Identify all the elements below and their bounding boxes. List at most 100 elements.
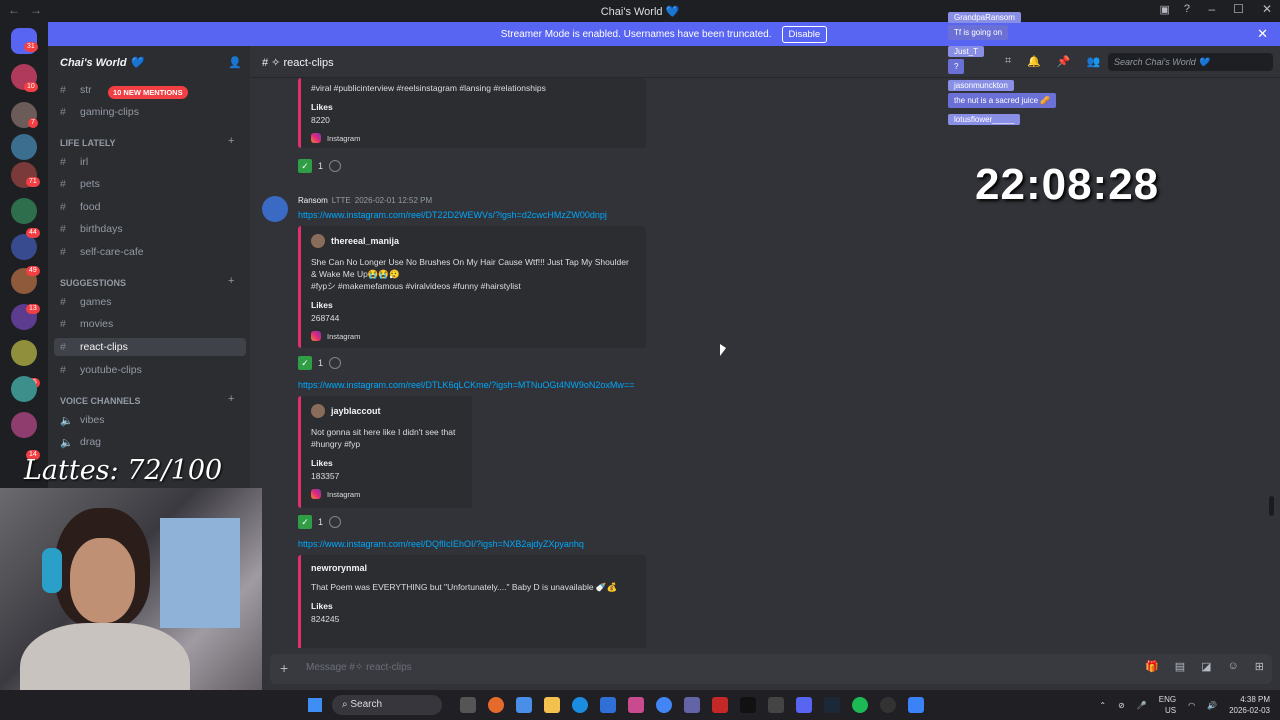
channel-item-birthdays[interactable]: # birthdays: [60, 223, 123, 235]
add-reaction-icon[interactable]: [329, 160, 342, 172]
channel-item-str[interactable]: # str: [60, 84, 92, 96]
taskbar-search-label: Search: [350, 699, 383, 710]
server-badge: 10: [24, 82, 38, 92]
teams-icon[interactable]: [684, 697, 700, 713]
server-icon[interactable]: [11, 134, 37, 160]
checkmark-reaction-icon[interactable]: ✓: [298, 515, 312, 529]
tiktok-icon[interactable]: [740, 697, 756, 713]
add-channel-icon[interactable]: +: [228, 135, 234, 147]
embed-author[interactable]: newrorynmal: [311, 563, 636, 573]
system-clock[interactable]: 4:38 PM 2026-02-03: [1229, 694, 1270, 716]
embed-footer: Instagram: [311, 133, 636, 143]
embed-author[interactable]: thereeal_manija: [311, 234, 636, 248]
network-icon[interactable]: ⊘: [1118, 701, 1125, 710]
message-input[interactable]: Message #✧ react-clips: [270, 654, 1272, 684]
message-link[interactable]: https://www.instagram.com/reel/DTLK6qLCK…: [298, 380, 634, 390]
help-icon[interactable]: ?: [1184, 3, 1190, 16]
add-member-icon[interactable]: 👤: [228, 56, 242, 69]
hash-icon: #: [60, 246, 66, 258]
channel-label: birthdays: [80, 223, 123, 235]
file-explorer-icon[interactable]: [544, 697, 560, 713]
gif-icon[interactable]: ▤: [1175, 660, 1185, 673]
checkmark-reaction-icon[interactable]: ✓: [298, 356, 312, 370]
emoji-icon[interactable]: ☺: [1228, 660, 1239, 673]
scrollbar[interactable]: [1269, 496, 1274, 516]
app-icon[interactable]: [628, 697, 644, 713]
channel-item-movies[interactable]: # movies: [60, 318, 113, 330]
app-icon[interactable]: [600, 697, 616, 713]
add-reaction-icon[interactable]: [329, 357, 342, 369]
mic-icon[interactable]: 🎤: [1137, 701, 1147, 710]
inbox-icon[interactable]: ▣: [1159, 3, 1169, 16]
add-channel-icon[interactable]: +: [228, 275, 234, 287]
gift-icon[interactable]: 🎁: [1145, 660, 1159, 673]
disable-button[interactable]: Disable: [781, 25, 828, 43]
spotify-icon[interactable]: [852, 697, 868, 713]
chat-message: Tf is going on: [948, 25, 1108, 46]
channel-item-react-clips[interactable]: # react-clips: [54, 338, 246, 356]
language-indicator[interactable]: ENG US: [1159, 694, 1176, 716]
lang-code: ENG: [1158, 695, 1177, 704]
voice-channel-drag[interactable]: 🔈 drag: [60, 436, 101, 449]
app-icon[interactable]: [768, 697, 784, 713]
add-channel-icon[interactable]: +: [228, 393, 234, 405]
chat-message: the nut is a sacred juice 🥜: [948, 93, 1108, 114]
obs-icon[interactable]: [880, 697, 896, 713]
forward-arrow-icon[interactable]: →: [30, 3, 42, 17]
channel-item-youtube-clips[interactable]: # youtube-clips: [60, 364, 142, 376]
nav-arrows: ← →: [8, 3, 42, 17]
server-icon[interactable]: [11, 198, 37, 224]
app-icon[interactable]: [488, 697, 504, 713]
message-author[interactable]: Ransom: [298, 196, 328, 205]
channel-item-pets[interactable]: # pets: [60, 178, 100, 190]
channel-item-food[interactable]: # food: [60, 201, 100, 213]
server-icon[interactable]: [11, 376, 37, 402]
volume-icon[interactable]: 🔊: [1207, 701, 1217, 710]
channel-item-irl[interactable]: # irl: [60, 156, 88, 168]
back-arrow-icon[interactable]: ←: [8, 3, 20, 17]
add-reaction-icon[interactable]: [329, 516, 342, 528]
server-icon[interactable]: [11, 340, 37, 366]
taskbar-search[interactable]: ⌕ Search: [332, 695, 442, 715]
app-icon[interactable]: [516, 697, 532, 713]
app-icon[interactable]: [712, 697, 728, 713]
message-link[interactable]: https://www.instagram.com/reel/DT22D2WEW…: [298, 210, 607, 220]
server-icon[interactable]: [11, 412, 37, 438]
notepad-icon[interactable]: [908, 697, 924, 713]
voice-channel-vibes[interactable]: 🔈 vibes: [60, 414, 105, 427]
task-view-icon[interactable]: [460, 697, 476, 713]
close-window-icon[interactable]: ✕: [1262, 2, 1272, 16]
checkmark-reaction-icon[interactable]: ✓: [298, 159, 312, 173]
category-life-lately[interactable]: LIFE LATELY: [60, 138, 116, 148]
new-mentions-badge[interactable]: 10 NEW MENTIONS: [108, 86, 188, 99]
stream-chat-overlay: GrandpaRansom Tf is going on Just_T ? ja…: [948, 12, 1108, 127]
search-input[interactable]: Search Chai's World 💙: [1108, 53, 1273, 71]
category-suggestions[interactable]: SUGGESTIONS: [60, 278, 126, 288]
discord-icon[interactable]: [796, 697, 812, 713]
minimize-icon[interactable]: –: [1208, 2, 1215, 16]
chevron-up-icon[interactable]: ⌃: [1099, 701, 1106, 710]
channel-item-self-care-cafe[interactable]: # self-care-cafe: [60, 246, 144, 258]
avatar[interactable]: [262, 196, 288, 222]
embed-author[interactable]: jayblaccout: [311, 404, 462, 418]
chat-message: GrandpaRansom: [948, 12, 1108, 25]
upload-plus-icon[interactable]: +: [280, 660, 288, 676]
category-voice-channels[interactable]: VOICE CHANNELS: [60, 396, 141, 406]
maximize-icon[interactable]: ☐: [1233, 2, 1244, 16]
channel-item-gaming-clips[interactable]: # gaming-clips: [60, 106, 139, 118]
steam-icon[interactable]: [824, 697, 840, 713]
server-name[interactable]: Chai's World 💙: [60, 56, 143, 69]
close-banner-icon[interactable]: ✕: [1257, 26, 1268, 42]
likes-value: 824245: [311, 614, 340, 624]
message-link[interactable]: https://www.instagram.com/reel/DQflIcIEh…: [298, 539, 584, 549]
wifi-icon[interactable]: ◠: [1188, 701, 1195, 710]
composer-icons: 🎁 ▤ ◪ ☺ ⊞: [1145, 660, 1264, 673]
chat-text: the nut is a sacred juice 🥜: [948, 93, 1057, 108]
chrome-icon[interactable]: [656, 697, 672, 713]
edge-icon[interactable]: [572, 697, 588, 713]
embed-tags: #hungry #fyp: [311, 439, 361, 449]
sticker-icon[interactable]: ◪: [1201, 660, 1211, 673]
apps-icon[interactable]: ⊞: [1255, 660, 1264, 673]
channel-item-games[interactable]: # games: [60, 296, 112, 308]
windows-start-icon[interactable]: [308, 698, 322, 712]
